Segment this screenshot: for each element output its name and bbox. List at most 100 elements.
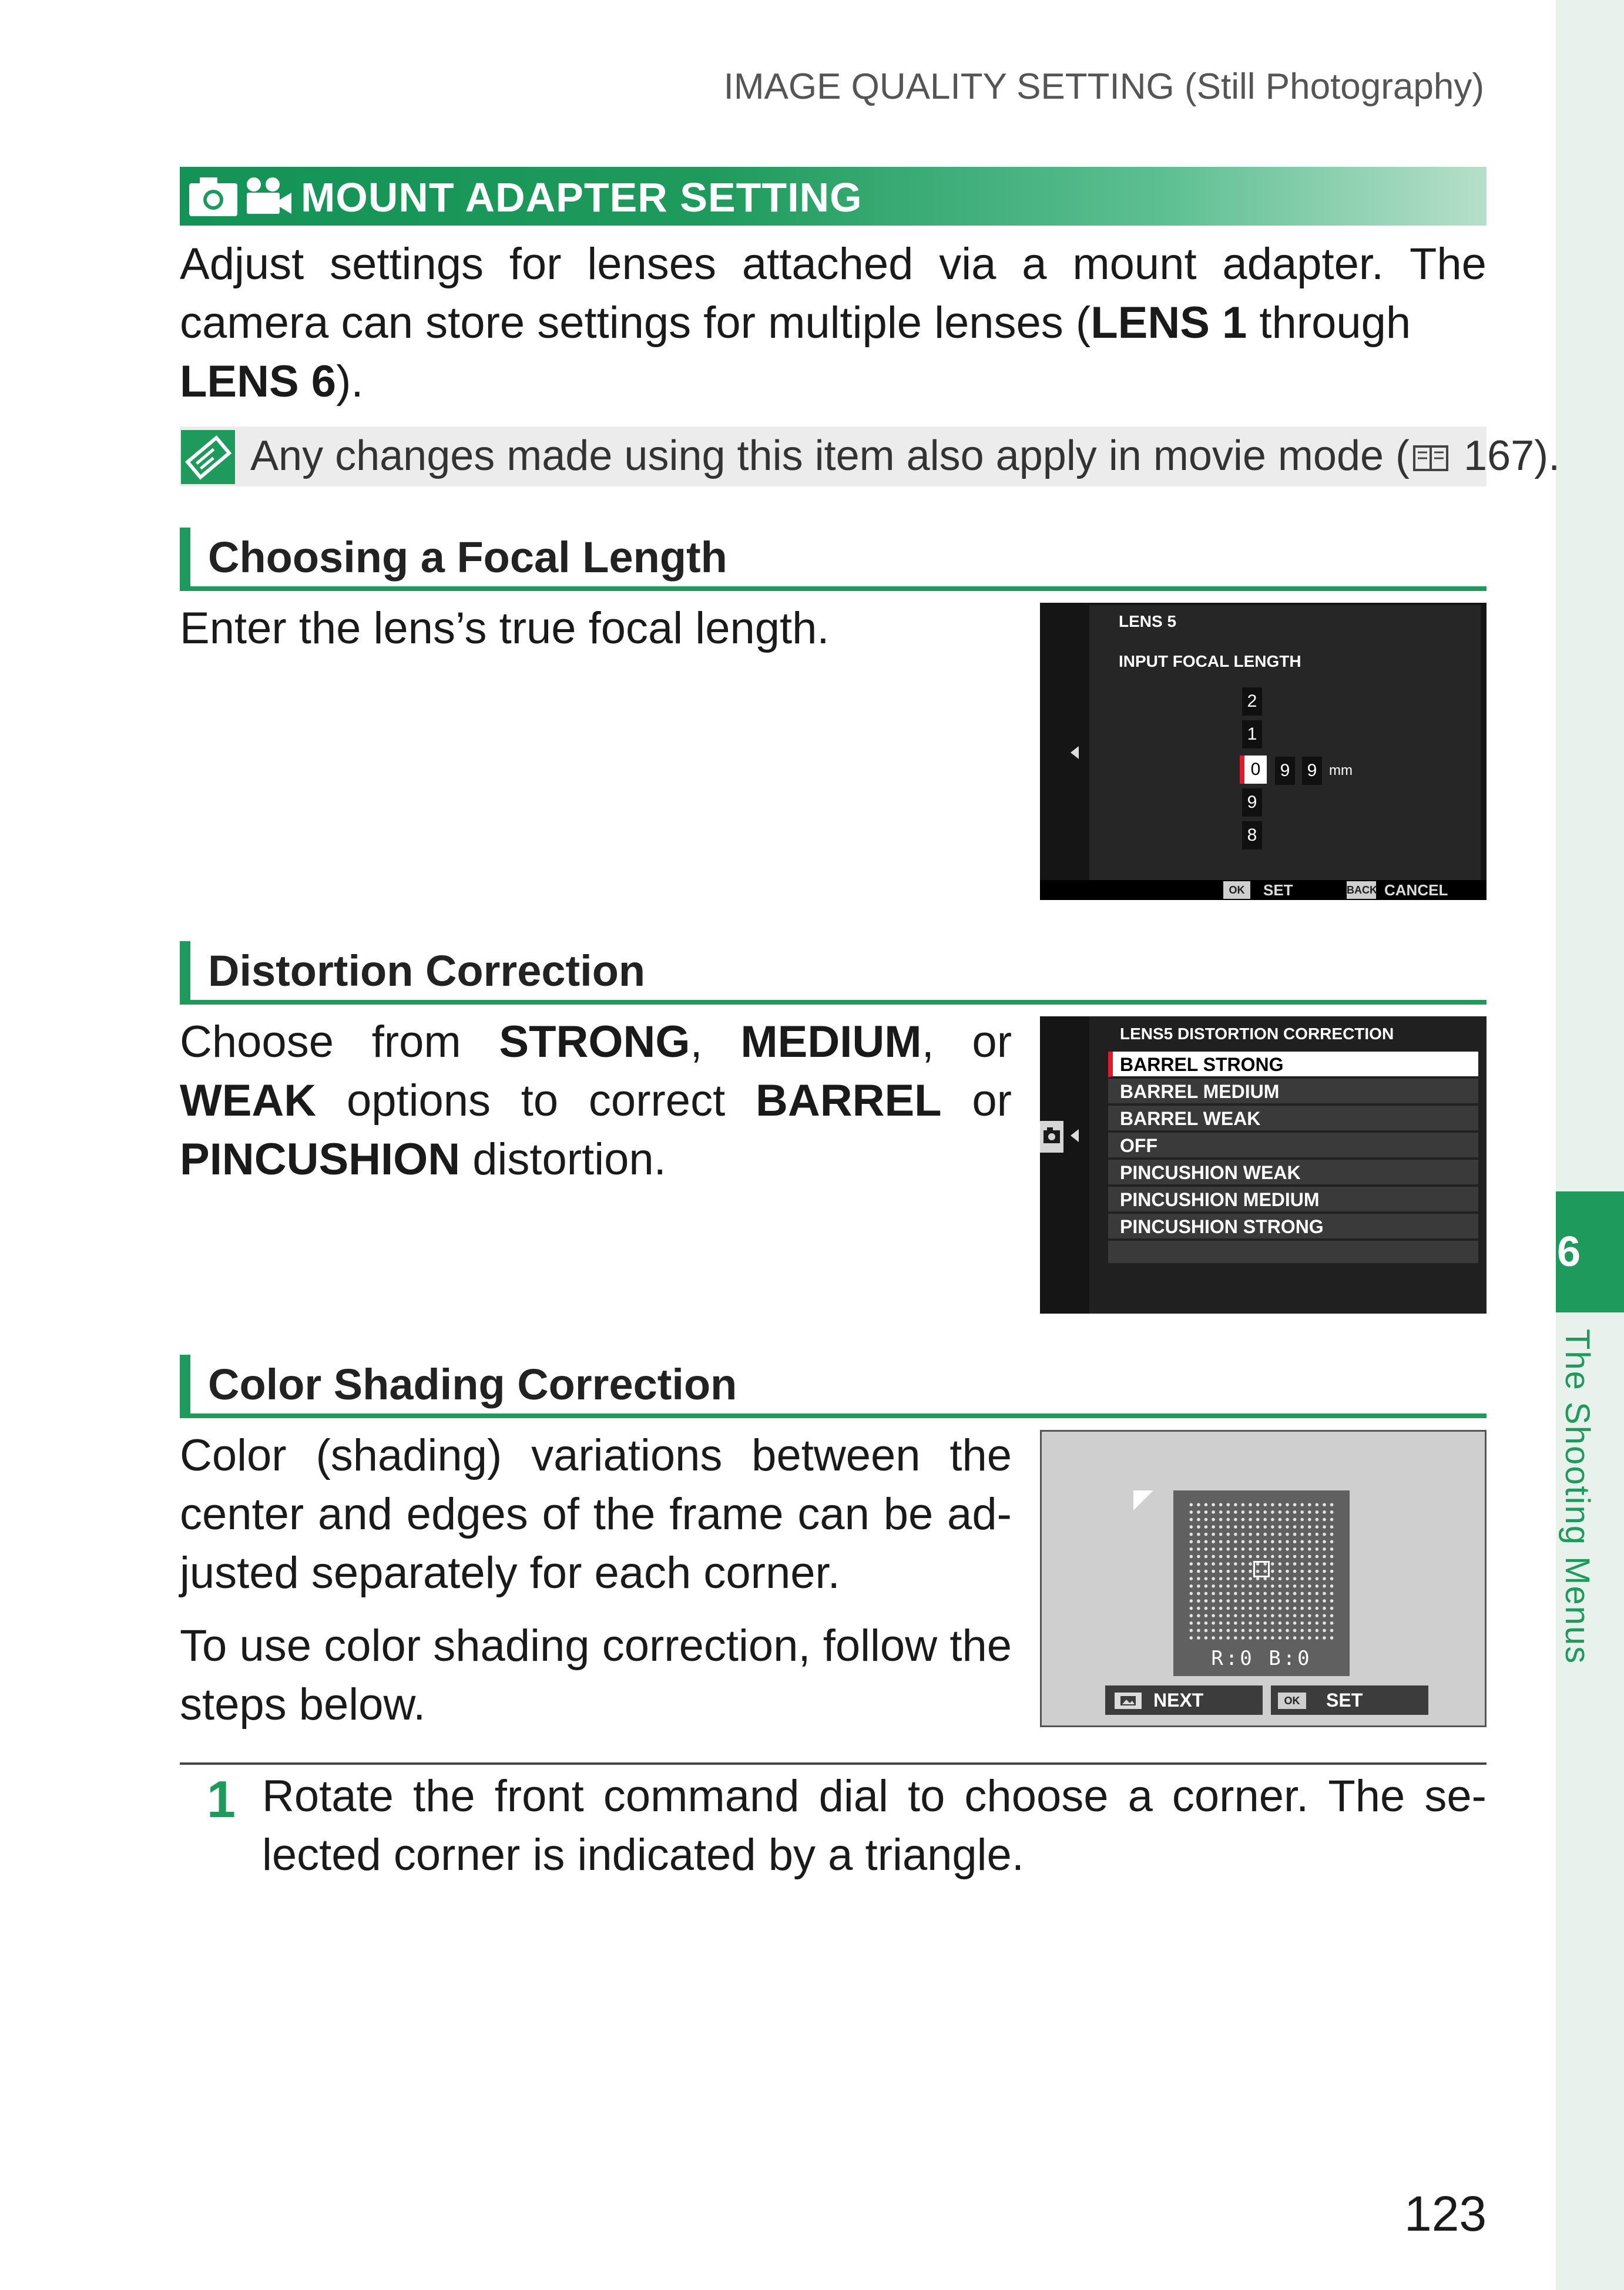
heading-bar: [180, 941, 190, 1000]
word: a: [1128, 1771, 1153, 1821]
section-banner: MOUNT ADAPTER SETTING: [180, 167, 1487, 226]
word: shading: [433, 1621, 590, 1671]
menu-item-barrel-weak[interactable]: BARREL WEAK: [1108, 1106, 1478, 1131]
weak-option: WEAK: [180, 1076, 317, 1126]
intro-line-2: camera can store settings for multiple l…: [180, 294, 1487, 352]
intro-line-3-text: LENS 6).: [180, 352, 364, 411]
section-heading-distortion: Distortion Correction: [180, 941, 1487, 1005]
text: distortion.: [460, 1134, 666, 1184]
step-line-2: lected corner is indicated by a triangle…: [262, 1826, 1487, 1885]
color-shading-screen: R:0 B:0 NEXT OK SET: [1040, 1430, 1487, 1727]
word: settings: [330, 239, 484, 289]
set-label[interactable]: SET: [1326, 1685, 1363, 1715]
page-ref-number[interactable]: 167: [1464, 432, 1534, 479]
word: The: [1409, 239, 1487, 289]
distortion-screen: LENS5 DISTORTION CORRECTION BARREL STRON…: [1040, 1016, 1487, 1314]
word: lenses: [587, 239, 717, 289]
note-icon: [181, 430, 235, 484]
word: Adjust: [180, 239, 304, 289]
word: for: [509, 239, 562, 289]
word: color: [324, 1621, 421, 1671]
word: ad-: [947, 1489, 1012, 1539]
wheel-digit: 8: [1242, 821, 1262, 849]
shading-readout: R:0 B:0: [1211, 1647, 1312, 1670]
wheel-digit: 2: [1242, 687, 1262, 716]
distortion-title: LENS5 DISTORTION CORRECTION: [1120, 1025, 1394, 1043]
word: edges: [406, 1489, 528, 1539]
word: MEDIUM,: [740, 1013, 934, 1072]
word: To: [180, 1621, 227, 1671]
menu-item-off[interactable]: OFF: [1108, 1133, 1478, 1159]
word: the: [949, 1431, 1012, 1480]
note-box: Any changes made using this item also ap…: [180, 427, 1560, 486]
ok-key-icon: OK: [1223, 881, 1250, 899]
word: variations: [531, 1431, 723, 1480]
selected-digit[interactable]: 0: [1240, 756, 1267, 784]
shading-line-2: center and edges of the frame can be ad-: [180, 1485, 1012, 1544]
distortion-line-1: Choose from STRONG, MEDIUM, or: [180, 1013, 1012, 1072]
word: or: [972, 1017, 1012, 1067]
left-arrow-icon: [1071, 1129, 1079, 1142]
screen-panel: [1089, 605, 1481, 881]
menu-item-pincushion-medium[interactable]: PINCUSHION MEDIUM: [1108, 1187, 1478, 1213]
corner-triangle-icon: [1133, 1490, 1153, 1510]
wheel-digit: 1: [1242, 720, 1262, 748]
line-text: justed separately for each corner.: [180, 1548, 840, 1598]
lens-6-label: LENS 6: [180, 357, 337, 407]
distortion-body: Choose from STRONG, MEDIUM, or WEAK opti…: [180, 1013, 1012, 1189]
focal-digit[interactable]: 9: [1275, 757, 1295, 785]
shading-body: Color (shading) variations between the c…: [180, 1426, 1012, 1734]
focal-digit[interactable]: 9: [1302, 757, 1322, 785]
next-label[interactable]: NEXT: [1153, 1685, 1203, 1715]
left-arrow-icon: [1071, 746, 1079, 759]
shading-line-1: Color (shading) variations between the: [180, 1426, 1012, 1485]
camera-icon: [189, 177, 237, 216]
word: Choose: [180, 1017, 334, 1067]
heading-text: Choosing a Focal Length: [208, 533, 727, 582]
line-text: lected corner is indicated by a triangle…: [262, 1830, 1024, 1880]
menu-item-barrel-strong[interactable]: BARREL STRONG: [1108, 1052, 1478, 1077]
input-focal-label: INPUT FOCAL LENGTH: [1119, 652, 1301, 670]
word: mount: [1072, 239, 1197, 289]
word: center: [180, 1489, 304, 1539]
page-ref[interactable]: 167: [1452, 432, 1534, 479]
word: via: [939, 239, 996, 289]
text: ).: [336, 357, 364, 407]
word: dial: [818, 1771, 888, 1821]
word: of: [542, 1489, 579, 1539]
running-head: IMAGE QUALITY SETTING (Still Photography…: [723, 66, 1484, 107]
heading-bar: [180, 528, 190, 586]
ok-key-icon: OK: [1278, 1693, 1306, 1709]
menu-item-barrel-medium[interactable]: BARREL MEDIUM: [1108, 1079, 1478, 1104]
word: and: [318, 1489, 392, 1539]
wheel-digit: 9: [1242, 788, 1262, 817]
set-label[interactable]: SET: [1263, 880, 1293, 900]
word: correction,: [602, 1621, 811, 1671]
frame-icon: [1115, 1693, 1142, 1709]
word: The: [1328, 1771, 1405, 1821]
word: from: [371, 1017, 461, 1067]
step-1-text: Rotate the front command dial to choose …: [262, 1767, 1487, 1885]
text: ).: [1534, 432, 1561, 479]
strong-option: STRONG: [499, 1017, 690, 1067]
section-heading-focal: Choosing a Focal Length: [180, 528, 1487, 591]
chapter-number: 6: [1557, 1228, 1581, 1275]
step-line-1: Rotate the front command dial to choose …: [262, 1767, 1487, 1826]
distortion-line-2: WEAK options to correct BARREL or: [180, 1072, 1012, 1130]
heading-text: Color Shading Correction: [208, 1360, 737, 1409]
word: attached: [741, 239, 914, 289]
menu-item-pincushion-weak[interactable]: PINCUSHION WEAK: [1108, 1160, 1478, 1186]
cancel-label[interactable]: CANCEL: [1384, 880, 1448, 900]
text: Any changes made using this item also ap…: [250, 432, 1410, 479]
word: adapter.: [1222, 239, 1384, 289]
chapter-title: The Shooting Menus: [1558, 1329, 1596, 1665]
chapter-side-strip: [1556, 0, 1624, 2290]
menu-item-pincushion-strong[interactable]: PINCUSHION STRONG: [1108, 1214, 1478, 1240]
word: corner.: [1172, 1771, 1309, 1821]
word: follow: [823, 1621, 938, 1671]
shading-line-4: To use color shading correction, follow …: [180, 1617, 1012, 1675]
word: se-: [1424, 1771, 1487, 1821]
focal-length-screen: LENS 5 INPUT FOCAL LENGTH 2 1 0 9 8 9 9 …: [1040, 603, 1487, 900]
word: (shading): [316, 1431, 502, 1480]
intro-paragraph: Adjust settings for lenses attached via …: [180, 235, 1487, 411]
